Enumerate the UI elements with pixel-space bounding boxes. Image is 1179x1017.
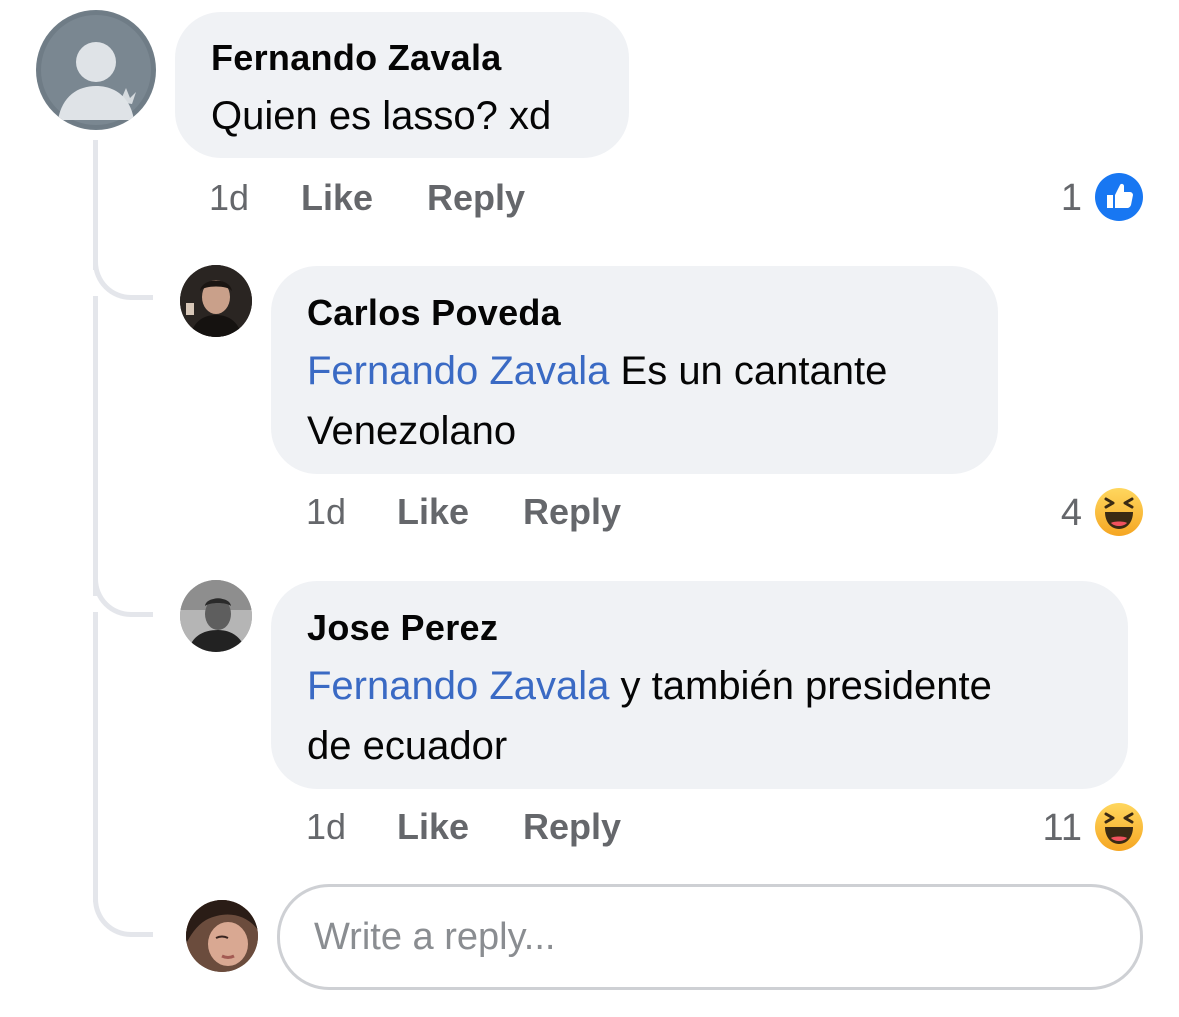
mention-link[interactable]: Fernando Zavala bbox=[307, 664, 609, 708]
thread-connector-1 bbox=[93, 260, 153, 300]
reply-text-line2: de ecuador bbox=[307, 724, 508, 768]
comment-author[interactable]: Fernando Zavala bbox=[211, 37, 502, 79]
thread-connector-2 bbox=[93, 575, 153, 617]
reply-author[interactable]: Jose Perez bbox=[307, 607, 498, 649]
like-button[interactable]: Like bbox=[397, 806, 469, 848]
avatar[interactable] bbox=[186, 900, 258, 972]
reply-button[interactable]: Reply bbox=[523, 491, 621, 533]
reply-text-part: y también presidente bbox=[609, 664, 992, 708]
reaction-count[interactable]: 1 bbox=[1012, 177, 1082, 220]
reply-button[interactable]: Reply bbox=[523, 806, 621, 848]
mention-link[interactable]: Fernando Zavala bbox=[307, 349, 609, 393]
reply-text: Fernando Zavala Es un cantante bbox=[307, 341, 887, 401]
thread-line bbox=[93, 140, 98, 270]
avatar[interactable] bbox=[180, 580, 252, 652]
reaction-count[interactable]: 11 bbox=[1012, 807, 1082, 850]
reaction-count[interactable]: 4 bbox=[1012, 492, 1082, 535]
reply-author[interactable]: Carlos Poveda bbox=[307, 292, 561, 334]
reply-text: Fernando Zavala y también presidente bbox=[307, 656, 992, 716]
like-button[interactable]: Like bbox=[397, 491, 469, 533]
reply-button[interactable]: Reply bbox=[427, 177, 525, 219]
comment-timestamp[interactable]: 1d bbox=[209, 177, 249, 219]
comment-text: Quien es lasso? xd bbox=[211, 94, 552, 138]
haha-reaction-icon[interactable] bbox=[1094, 802, 1144, 852]
reply-text-part: Es un cantante bbox=[609, 349, 888, 393]
reply-text-line2: Venezolano bbox=[307, 409, 517, 453]
thread-line bbox=[93, 612, 98, 902]
reply-input-box[interactable] bbox=[277, 884, 1143, 990]
reply-timestamp[interactable]: 1d bbox=[306, 491, 346, 533]
thread-connector-3 bbox=[93, 895, 153, 937]
like-reaction-icon[interactable] bbox=[1094, 172, 1144, 222]
thread-line bbox=[93, 296, 98, 596]
reply-input[interactable] bbox=[280, 887, 1140, 987]
reply-timestamp[interactable]: 1d bbox=[306, 806, 346, 848]
avatar[interactable] bbox=[180, 265, 252, 337]
default-avatar-icon bbox=[38, 12, 154, 128]
haha-reaction-icon[interactable] bbox=[1094, 487, 1144, 537]
like-button[interactable]: Like bbox=[301, 177, 373, 219]
avatar[interactable] bbox=[36, 10, 156, 130]
